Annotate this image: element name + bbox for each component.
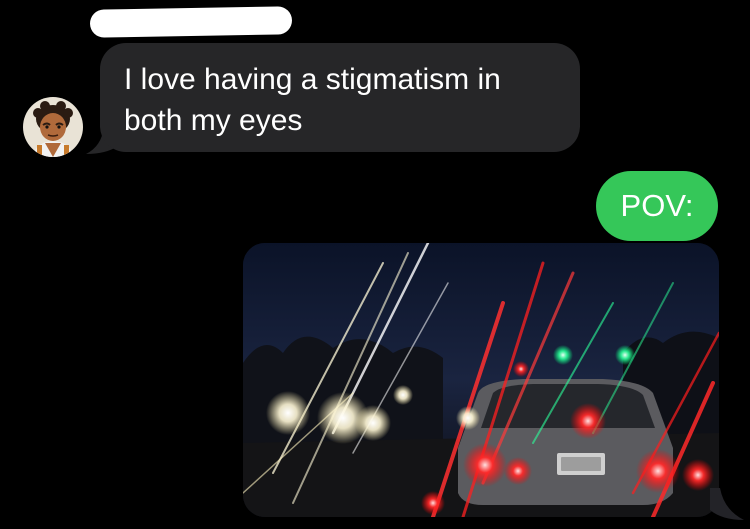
- outgoing-photo-message[interactable]: [243, 243, 719, 517]
- cartoon-avatar-icon: [23, 97, 83, 157]
- contact-avatar[interactable]: [23, 97, 83, 157]
- night-traffic-photo: [243, 243, 719, 517]
- outgoing-photo-tail: [710, 488, 744, 520]
- redacted-contact-name: [89, 6, 293, 38]
- outgoing-message-text: POV:: [620, 188, 694, 223]
- outgoing-message-bubble[interactable]: POV:: [596, 171, 718, 241]
- incoming-message-bubble[interactable]: I love having a stigmatism in both my ey…: [100, 43, 580, 152]
- incoming-message-line-2: both my eyes: [124, 104, 303, 137]
- incoming-message-line-1: I love having a stigmatism in: [124, 63, 501, 96]
